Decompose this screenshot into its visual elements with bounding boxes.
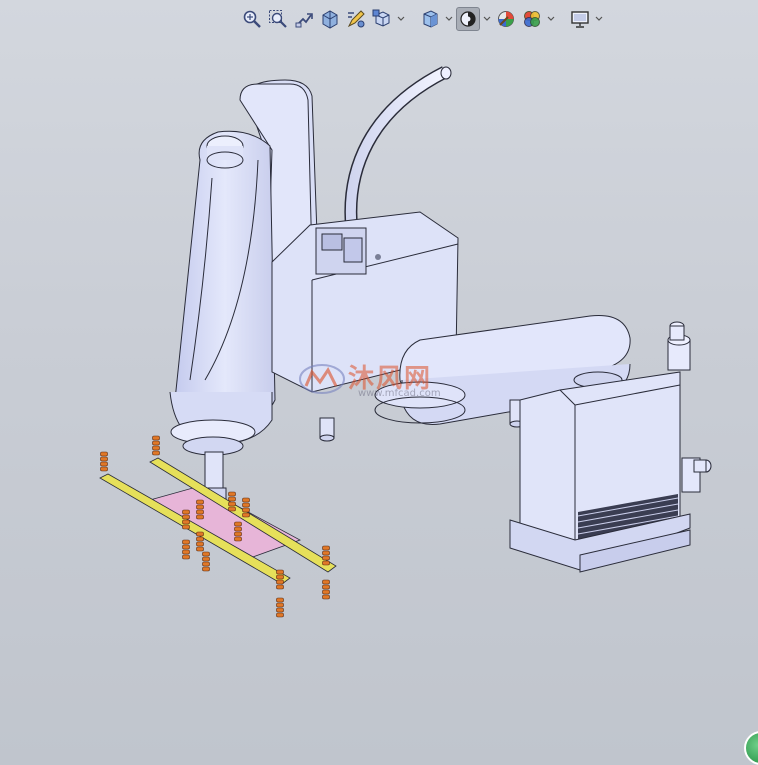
dynamic-annotation-icon[interactable] [344, 7, 368, 31]
suction-pin [196, 531, 204, 552]
watermark-logo [299, 364, 345, 394]
suction-pin [202, 551, 210, 572]
section-view-icon[interactable] [318, 7, 342, 31]
suction-pin [322, 579, 330, 600]
chevron-down-icon[interactable] [444, 7, 454, 31]
heads-up-view-toolbar [240, 4, 604, 34]
suction-pin [276, 597, 284, 618]
zoom-to-fit-icon[interactable] [240, 7, 264, 31]
view-orientation-icon[interactable] [370, 7, 394, 31]
chevron-down-icon[interactable] [546, 7, 556, 31]
watermark-url: www.mfcad.com [358, 388, 441, 399]
chevron-down-icon[interactable] [482, 7, 492, 31]
hide-show-items-icon[interactable] [456, 7, 480, 31]
previous-view-icon[interactable] [292, 7, 316, 31]
suction-pin [182, 539, 190, 560]
suction-pin [152, 435, 160, 456]
apply-scene-icon[interactable] [520, 7, 544, 31]
suction-pin [242, 497, 250, 518]
chevron-down-icon[interactable] [594, 7, 604, 31]
suction-pin [100, 451, 108, 472]
suction-pin [322, 545, 330, 566]
edit-appearance-icon[interactable] [494, 7, 518, 31]
zoom-to-area-icon[interactable] [266, 7, 290, 31]
chevron-down-icon[interactable] [396, 7, 406, 31]
view-settings-icon[interactable] [568, 7, 592, 31]
display-style-icon[interactable] [418, 7, 442, 31]
cable-hose [344, 66, 452, 233]
